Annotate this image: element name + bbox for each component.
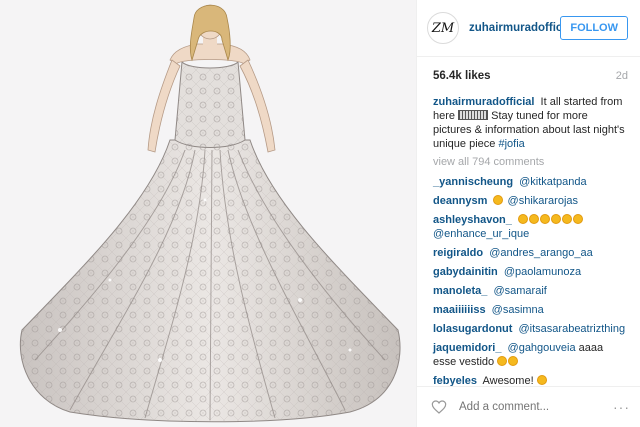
post-image[interactable]	[0, 0, 416, 427]
heart-eyes-emoji-icon	[536, 375, 547, 385]
flags-emoji-icon	[458, 110, 489, 120]
comment-mention[interactable]: @kitkatpanda	[519, 176, 586, 188]
comment-username[interactable]: maaiiiiiiss	[433, 304, 486, 316]
caption-hashtag[interactable]: #jofia	[498, 138, 524, 150]
likes-count[interactable]: 56.4k likes	[433, 70, 491, 82]
comment-item: febyeles Awesome!	[433, 374, 628, 386]
comment-composer: ···	[417, 386, 640, 427]
post-sidebar: ZM zuhairmuradofficial FOLLOW 56.4k like…	[416, 0, 640, 427]
comment-item: gabydainitin @paolamunoza	[433, 265, 628, 279]
caption-username[interactable]: zuhairmuradofficial	[433, 96, 534, 108]
comment-mention[interactable]: @andres_arango_aa	[489, 247, 593, 259]
post-meta: 56.4k likes 2d	[417, 57, 640, 90]
comment-mention[interactable]: @samaraif	[493, 285, 546, 297]
comment-mention[interactable]: @sasimna	[492, 304, 544, 316]
author-username[interactable]: zuhairmuradofficial	[469, 22, 560, 34]
comment-item: ashleyshavon_ @enhance_ur_ique	[433, 213, 628, 241]
comment-username[interactable]: manoleta_	[433, 285, 487, 297]
comment-item: deannysm @shikararojas	[433, 194, 628, 208]
follow-button[interactable]: FOLLOW	[560, 16, 628, 40]
add-comment-input[interactable]	[459, 401, 613, 413]
comments-list: zuhairmuradofficial It all started from …	[417, 90, 640, 386]
comment-mention[interactable]: @paolamunoza	[504, 266, 581, 278]
heart-eyes-emoji-icon	[497, 356, 508, 366]
comment-item: maaiiiiiiss @sasimna	[433, 303, 628, 317]
comment-item: manoleta_ @samaraif	[433, 284, 628, 298]
view-all-comments-link[interactable]: view all 794 comments	[433, 155, 628, 169]
post-header: ZM zuhairmuradofficial FOLLOW	[417, 0, 640, 57]
comment-username[interactable]: _yannischeung	[433, 176, 513, 188]
comment-username[interactable]: jaquemidori_	[433, 342, 501, 354]
comment-item: reigiraldo @andres_arango_aa	[433, 246, 628, 260]
comment-username[interactable]: lolasugardonut	[433, 323, 512, 335]
comment-username[interactable]: ashleyshavon_	[433, 214, 512, 226]
crying-emoji-icon	[528, 214, 539, 224]
heart-eyes-emoji-icon	[572, 214, 583, 224]
avatar[interactable]: ZM	[427, 12, 459, 44]
heart-eyes-emoji-icon	[493, 195, 504, 205]
comment-text: Awesome!	[482, 375, 534, 386]
crying-emoji-icon	[539, 214, 550, 224]
heart-eyes-emoji-icon	[508, 356, 519, 366]
crying-emoji-icon	[517, 214, 528, 224]
comment-username[interactable]: reigiraldo	[433, 247, 483, 259]
instagram-post-view: ZM zuhairmuradofficial FOLLOW 56.4k like…	[0, 0, 640, 427]
comment-item: _yannischeung @kitkatpanda	[433, 175, 628, 189]
comment-mention[interactable]: @itsasarabeatrizthing	[519, 323, 626, 335]
comment-item: jaquemidori_ @gahgouveia aaaa esse vesti…	[433, 341, 628, 369]
comment-username[interactable]: febyeles	[433, 375, 477, 386]
comment-username[interactable]: gabydainitin	[433, 266, 498, 278]
crying-emoji-icon	[550, 214, 561, 224]
comment-mention[interactable]: @shikararojas	[508, 195, 578, 207]
comment-item: lolasugardonut @itsasarabeatrizthing	[433, 322, 628, 336]
like-heart-icon[interactable]	[431, 397, 447, 417]
comment-username[interactable]: deannysm	[433, 195, 487, 207]
post-age[interactable]: 2d	[616, 70, 628, 82]
crying-emoji-icon	[561, 214, 572, 224]
more-options-icon[interactable]: ···	[613, 399, 630, 415]
caption: zuhairmuradofficial It all started from …	[433, 95, 628, 151]
gown-sketch-illustration	[0, 0, 416, 427]
comment-mention[interactable]: @enhance_ur_ique	[433, 228, 529, 240]
comment-mention[interactable]: @gahgouveia	[508, 342, 576, 354]
